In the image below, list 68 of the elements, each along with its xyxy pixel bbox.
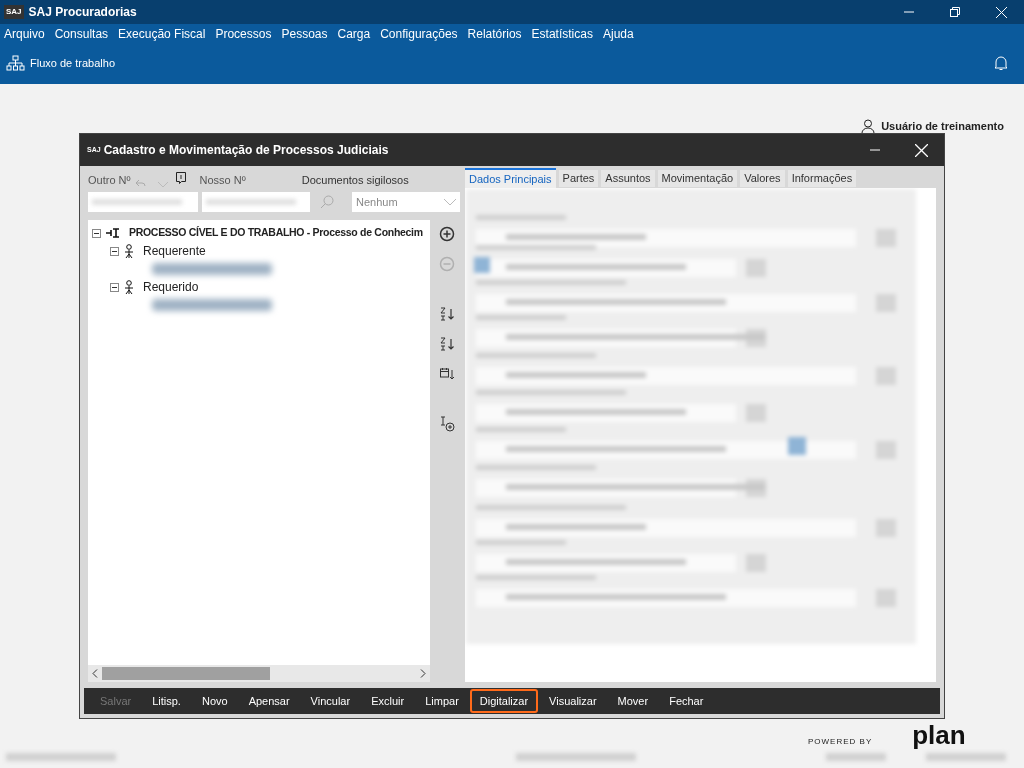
action-button[interactable]: Mover <box>607 689 659 713</box>
collapse-icon[interactable] <box>110 282 119 292</box>
field-label: Documentos sigilosos <box>301 172 409 188</box>
scrollbar-thumb[interactable] <box>102 667 270 680</box>
sort-icon[interactable] <box>439 336 455 352</box>
add-icon[interactable] <box>439 226 455 242</box>
action-button[interactable]: Novo <box>191 689 238 713</box>
collapse-icon[interactable] <box>110 246 119 256</box>
sort-icon[interactable] <box>439 306 455 322</box>
hierarchy-icon <box>6 54 25 72</box>
workflow-button[interactable]: Fluxo de trabalho <box>30 54 115 72</box>
info-icon[interactable] <box>175 172 186 184</box>
menu-item[interactable]: Pessoas <box>281 25 328 43</box>
menu-item[interactable]: Configurações <box>380 25 458 43</box>
menu-item[interactable]: Ajuda <box>602 25 634 43</box>
tab[interactable]: Partes <box>558 170 599 187</box>
menu-item[interactable]: Processos <box>215 25 272 43</box>
menu-item[interactable]: Execução Fiscal <box>118 25 206 43</box>
tab[interactable]: Dados Principais <box>465 168 556 188</box>
close-icon <box>995 6 1007 18</box>
powered-by-text: POWERED BY <box>808 736 873 748</box>
tab[interactable]: Informações <box>787 170 857 187</box>
menu-item[interactable]: Arquivo <box>4 25 45 43</box>
dialog-title: Cadastro e Movimentação de Processos Judiciais <box>103 142 389 159</box>
our-number-field[interactable] <box>202 192 310 212</box>
bell-icon[interactable] <box>994 55 1008 71</box>
action-button[interactable]: Limpar <box>415 689 469 713</box>
horizontal-scrollbar[interactable] <box>88 665 430 682</box>
chevron-down-icon <box>444 198 456 206</box>
menu-item[interactable]: Carga <box>337 25 371 43</box>
minimize-icon <box>870 149 880 151</box>
menu-item[interactable]: Relatórios <box>467 25 522 43</box>
action-button[interactable]: Excluir <box>361 689 415 713</box>
add-item-icon[interactable] <box>439 416 455 432</box>
calendar-sort-icon[interactable] <box>439 366 455 382</box>
restore-icon <box>950 7 960 17</box>
field-label: Nosso Nº <box>199 172 246 188</box>
undo-icon[interactable] <box>134 179 146 188</box>
close-icon <box>914 143 928 157</box>
scroll-left-icon[interactable] <box>92 669 98 678</box>
action-button[interactable]: Digitalizar <box>469 689 539 713</box>
tree-item[interactable]: Requerido <box>143 278 199 296</box>
action-button[interactable]: Apensar <box>238 689 300 713</box>
user-name[interactable]: Usuário de treinamento <box>881 118 1004 135</box>
action-button[interactable]: Visualizar <box>539 689 607 713</box>
tree-item[interactable]: PROCESSO CÍVEL E DO TRABALHO - Processo de Conhecim <box>129 225 423 241</box>
tree-item[interactable]: Requerente <box>143 242 206 260</box>
minimize-icon <box>904 11 914 13</box>
menu-item[interactable]: Consultas <box>54 25 109 43</box>
search-icon[interactable] <box>320 195 334 209</box>
action-button[interactable]: Vincular <box>300 689 361 713</box>
action-button[interactable]: Fechar <box>659 689 714 713</box>
person-icon <box>123 244 135 258</box>
collapse-icon[interactable] <box>92 228 101 238</box>
scroll-right-icon[interactable] <box>420 669 426 678</box>
field-label: Outro Nº <box>88 172 131 188</box>
process-icon <box>105 227 121 239</box>
tab[interactable]: Valores <box>740 170 785 187</box>
person-icon <box>123 280 135 294</box>
app-logo: SAJ <box>4 5 24 19</box>
tab[interactable]: Assuntos <box>601 170 655 187</box>
window-title: SAJ Procuradorias <box>28 4 137 21</box>
other-number-field[interactable] <box>88 192 198 212</box>
confidential-docs-dropdown[interactable]: Nenhum <box>352 192 460 212</box>
tab[interactable]: Movimentação <box>657 170 738 187</box>
action-button[interactable]: Litisp. <box>142 689 191 713</box>
menu-item[interactable]: Estatísticas <box>531 25 593 43</box>
brand-logo: plan <box>912 722 966 748</box>
